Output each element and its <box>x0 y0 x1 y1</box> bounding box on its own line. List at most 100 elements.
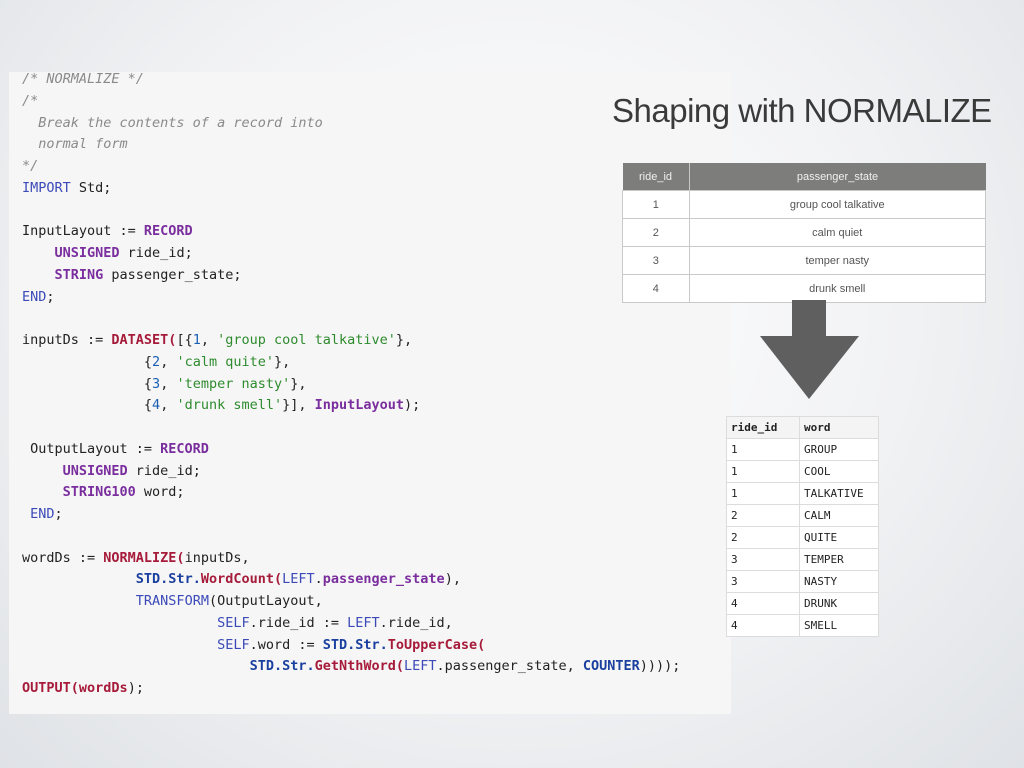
code-token: STRING100 <box>62 484 136 501</box>
code-token: inputDs, <box>184 549 250 566</box>
code-token: 'calm quite' <box>176 353 274 370</box>
table-row: 1 group cool talkative <box>622 190 986 219</box>
code-line: {2, 'calm quite'}, <box>22 352 680 374</box>
code-token: [{ <box>176 332 193 348</box>
table-cell: SMELL <box>799 614 879 637</box>
table-cell: 3 <box>726 548 800 571</box>
code-line: OutputLayout := RECORD <box>22 439 680 461</box>
table-cell: TALKATIVE <box>799 482 879 505</box>
code-token: .word := <box>249 636 323 653</box>
input-table-header: passenger_state <box>688 163 986 191</box>
code-token: 'drunk smell' <box>176 397 283 414</box>
table-cell: 2 <box>726 504 800 527</box>
code-token: RECORD <box>160 440 209 457</box>
code-line: END; <box>22 504 680 526</box>
code-line: END; <box>22 287 680 309</box>
table-row: 4 drunk smell <box>622 274 986 303</box>
code-token: }, <box>395 332 413 348</box>
code-token: OutputLayout := <box>22 440 161 457</box>
input-table: ride_id passenger_state 1 group cool tal… <box>622 163 986 303</box>
code-token: STRING <box>54 266 104 283</box>
code-token: RECORD <box>143 223 193 240</box>
table-cell: QUITE <box>799 526 879 549</box>
code-token: */ <box>22 158 39 174</box>
code-token: .ride_id := <box>249 614 348 631</box>
table-cell: NASTY <box>799 570 879 593</box>
code-token: ride_id; <box>119 245 193 261</box>
table-cell: 1 <box>622 190 690 219</box>
code-token: 'temper nasty' <box>176 375 291 392</box>
code-token: OUTPUT( <box>22 680 79 696</box>
code-line: TRANSFORM(OutputLayout, <box>22 591 680 613</box>
code-line: UNSIGNED ride_id; <box>22 243 680 265</box>
table-cell: 4 <box>622 274 690 303</box>
code-token: , <box>160 353 177 370</box>
code-token: ride_id; <box>127 462 201 479</box>
code-token: .passenger_state, <box>436 658 583 675</box>
code-token: LEFT <box>282 571 315 588</box>
code-token: END <box>22 288 47 305</box>
code-line: {4, 'drunk smell'}], InputLayout); <box>22 395 680 417</box>
table-row: 3 TEMPER <box>726 548 879 571</box>
table-cell: drunk smell <box>688 274 986 303</box>
code-token: )))); <box>639 658 681 675</box>
code-line: wordDs := NORMALIZE(inputDs, <box>22 548 680 570</box>
table-cell: calm quiet <box>688 218 986 247</box>
code-token: STD.Str. <box>322 636 388 653</box>
code-block: /* NORMALIZE */ /* Break the contents of … <box>22 69 680 700</box>
code-token: GetNthWord( <box>314 658 405 675</box>
table-cell: CALM <box>799 504 879 527</box>
output-table-header: word <box>799 416 879 439</box>
table-cell: temper nasty <box>688 246 986 275</box>
output-table-header-row: ride_id word <box>726 416 879 439</box>
table-cell: group cool talkative <box>688 190 986 219</box>
code-line: SELF.ride_id := LEFT.ride_id, <box>22 613 680 635</box>
code-token: word; <box>135 484 185 501</box>
table-cell: 1 <box>726 460 800 483</box>
code-token: STD.Str. <box>135 571 201 588</box>
code-token: ); <box>404 397 421 414</box>
code-line: STD.Str.GetNthWord(LEFT.passenger_state,… <box>22 656 681 678</box>
table-row: 1 GROUP <box>726 438 879 461</box>
code-token: LEFT <box>404 658 437 675</box>
code-line: inputDs := DATASET([{1, 'group cool talk… <box>22 330 680 352</box>
table-cell: 3 <box>622 246 690 275</box>
code-token: Std; <box>70 179 112 196</box>
table-cell: DRUNK <box>799 592 879 615</box>
code-token: , <box>160 375 177 392</box>
code-line: STRING100 word; <box>22 482 680 504</box>
table-cell: COOL <box>799 460 879 483</box>
table-cell: 4 <box>726 614 800 637</box>
code-line: STRING passenger_state; <box>22 265 680 287</box>
table-cell: 2 <box>622 218 690 247</box>
code-token: STD.Str. <box>249 658 315 675</box>
output-table-header: ride_id <box>726 416 800 439</box>
code-token: ToUpperCase( <box>387 636 486 653</box>
code-token: 1 <box>192 332 201 348</box>
output-table: ride_id word 1 GROUP 1 COOL 1 TALKATIVE 2 CA… <box>726 416 879 637</box>
code-token: DATASET( <box>111 332 177 348</box>
code-line: /* NORMALIZE */ <box>22 69 680 91</box>
code-token: ); <box>127 680 144 696</box>
code-token: }, <box>274 353 291 370</box>
input-table-header: ride_id <box>622 163 689 191</box>
code-token: 3 <box>152 375 161 392</box>
code-token: ; <box>46 288 55 305</box>
code-line: Break the contents of a record into <box>22 113 680 135</box>
code-line: normal form <box>22 134 680 156</box>
code-token: }], <box>282 397 315 414</box>
code-token: .ride_id, <box>379 614 453 631</box>
slide-title: Shaping with NORMALIZE <box>612 92 992 129</box>
code-line: SELF.word := STD.Str.ToUpperCase( <box>22 635 680 657</box>
code-token: SELF <box>217 614 250 631</box>
